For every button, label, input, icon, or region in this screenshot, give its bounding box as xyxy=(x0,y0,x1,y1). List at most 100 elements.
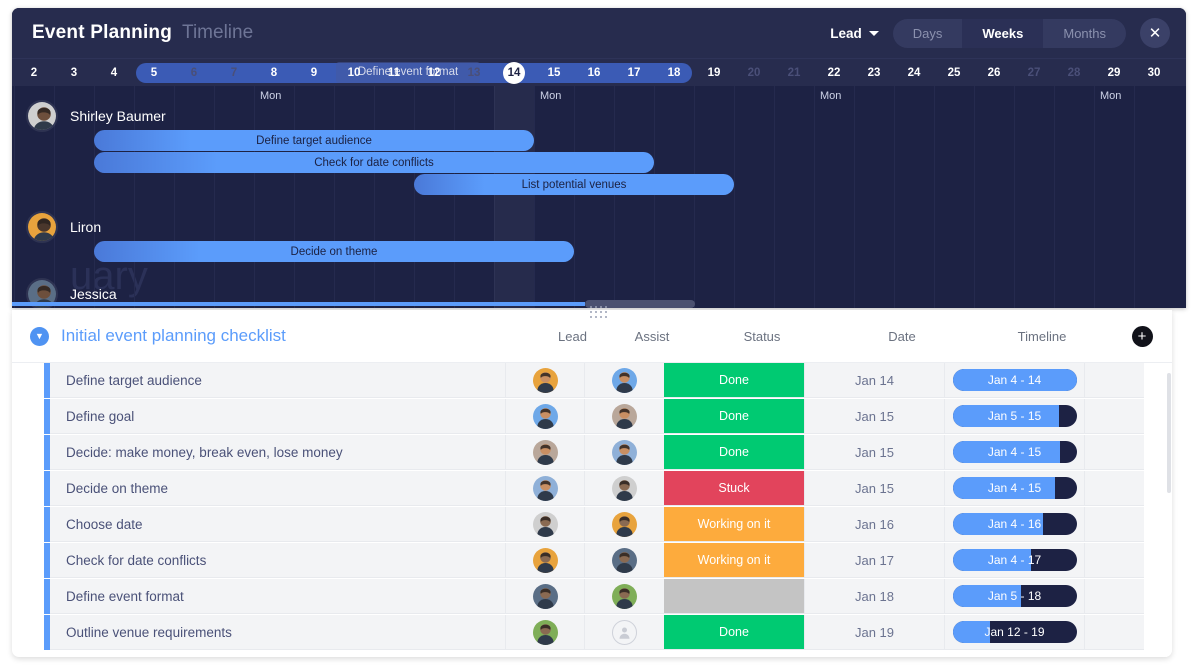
task-date-cell[interactable]: Jan 15 xyxy=(804,399,944,434)
avatar[interactable] xyxy=(532,439,558,465)
ruler-day-11[interactable]: 11 xyxy=(380,59,408,87)
task-name[interactable]: Outline venue requirements xyxy=(50,615,505,650)
task-name[interactable]: Decide on theme xyxy=(50,471,505,506)
collapse-group-icon[interactable]: ▼ xyxy=(30,326,49,346)
task-assist-cell[interactable] xyxy=(584,615,664,650)
task-name[interactable]: Decide: make money, break even, lose mon… xyxy=(50,435,505,470)
ruler-day-8[interactable]: 8 xyxy=(260,59,288,87)
avatar[interactable] xyxy=(532,583,558,609)
avatar[interactable] xyxy=(612,403,637,429)
avatar[interactable] xyxy=(612,583,637,609)
ruler-day-14[interactable]: 14 xyxy=(500,59,528,87)
task-timeline-cell[interactable]: Jan 4 - 15 xyxy=(944,435,1084,470)
timeline-pill[interactable]: Jan 4 - 15 xyxy=(952,441,1077,463)
ruler-day-12[interactable]: 12 xyxy=(420,59,448,87)
task-date-cell[interactable]: Jan 16 xyxy=(804,507,944,542)
task-assist-cell[interactable] xyxy=(584,399,664,434)
ruler-day-19[interactable]: 19 xyxy=(700,59,728,87)
timeline-pill[interactable]: Jan 12 - 19 xyxy=(952,621,1077,643)
ruler-day-5[interactable]: 5 xyxy=(140,59,168,87)
task-name[interactable]: Define event format xyxy=(50,579,505,614)
task-assist-cell[interactable] xyxy=(584,579,664,614)
table-row[interactable]: Define target audience Done Jan 14 Jan 4 - … xyxy=(12,363,1172,399)
avatar[interactable] xyxy=(532,547,558,573)
table-row[interactable]: Decide: make money, break even, lose mon… xyxy=(12,435,1172,471)
lead-filter-dropdown[interactable]: Lead xyxy=(830,26,879,41)
task-lead-cell[interactable] xyxy=(505,579,584,614)
task-date-cell[interactable]: Jan 15 xyxy=(804,471,944,506)
task-timeline-cell[interactable]: Jan 12 - 19 xyxy=(944,615,1084,650)
ruler-day-3[interactable]: 3 xyxy=(60,59,88,87)
ruler-day-13[interactable]: 13 xyxy=(460,59,488,87)
column-header-assist[interactable]: Assist xyxy=(612,329,692,344)
task-assist-cell[interactable] xyxy=(584,363,664,398)
panel-resize-handle[interactable] xyxy=(586,305,612,318)
task-lead-cell[interactable] xyxy=(505,615,584,650)
avatar[interactable] xyxy=(532,475,558,501)
table-row[interactable]: Outline venue requirements Done Jan 19 Jan … xyxy=(12,615,1172,651)
ruler-day-6[interactable]: 6 xyxy=(180,59,208,87)
ruler-day-7[interactable]: 7 xyxy=(220,59,248,87)
avatar[interactable] xyxy=(26,100,58,132)
column-header-lead[interactable]: Lead xyxy=(533,329,612,344)
task-timeline-cell[interactable]: Jan 4 - 14 xyxy=(944,363,1084,398)
ruler-day-20[interactable]: 20 xyxy=(740,59,768,87)
task-status-cell[interactable]: Done xyxy=(664,435,804,470)
task-status-cell[interactable]: Done xyxy=(664,399,804,434)
task-date-cell[interactable]: Jan 18 xyxy=(804,579,944,614)
timeline-pill[interactable]: Jan 5 - 15 xyxy=(952,405,1077,427)
task-date-cell[interactable]: Jan 15 xyxy=(804,435,944,470)
timeline-pill[interactable]: Jan 4 - 15 xyxy=(952,477,1077,499)
ruler-day-29[interactable]: 29 xyxy=(1100,59,1128,87)
column-header-timeline[interactable]: Timeline xyxy=(972,329,1112,344)
task-timeline-cell[interactable]: Jan 4 - 16 xyxy=(944,507,1084,542)
task-timeline-cell[interactable]: Jan 5 - 15 xyxy=(944,399,1084,434)
avatar[interactable] xyxy=(612,475,637,501)
table-row[interactable]: Define goal Done Jan 15 Jan 5 - 15 xyxy=(12,399,1172,435)
add-column-icon[interactable]: + xyxy=(1131,325,1153,347)
ruler-day-4[interactable]: 4 xyxy=(100,59,128,87)
ruler-day-25[interactable]: 25 xyxy=(940,59,968,87)
task-lead-cell[interactable] xyxy=(505,507,584,542)
task-status-cell[interactable]: Done xyxy=(664,615,804,650)
column-header-status[interactable]: Status xyxy=(692,329,832,344)
avatar-placeholder-icon[interactable] xyxy=(612,619,637,645)
ruler-day-24[interactable]: 24 xyxy=(900,59,928,87)
task-lead-cell[interactable] xyxy=(505,543,584,578)
task-status-cell[interactable]: Stuck xyxy=(664,471,804,506)
close-icon[interactable]: ✕ xyxy=(1140,18,1170,48)
gantt-bar[interactable]: Check for date conflicts xyxy=(94,152,654,173)
timeline-pill[interactable]: Jan 5 - 18 xyxy=(952,585,1077,607)
timeline-pill[interactable]: Jan 4 - 14 xyxy=(952,369,1077,391)
ruler-day-16[interactable]: 16 xyxy=(580,59,608,87)
timeline-ruler[interactable]: Define event format 2 3 4 5 6 7 8 9 10 11 12 13 14 15 1… xyxy=(12,58,1186,86)
task-status-cell[interactable]: Done xyxy=(664,363,804,398)
task-assist-cell[interactable] xyxy=(584,435,664,470)
task-status-cell[interactable]: Working on it xyxy=(664,543,804,578)
ruler-day-23[interactable]: 23 xyxy=(860,59,888,87)
table-vertical-scrollbar[interactable] xyxy=(1166,363,1172,657)
ruler-day-27[interactable]: 27 xyxy=(1020,59,1048,87)
avatar[interactable] xyxy=(532,403,558,429)
ruler-day-22[interactable]: 22 xyxy=(820,59,848,87)
task-assist-cell[interactable] xyxy=(584,543,664,578)
table-row[interactable]: Define event format Jan 18 Jan 5 - 18 xyxy=(12,579,1172,615)
group-title[interactable]: Initial event planning checklist xyxy=(61,326,286,346)
avatar[interactable] xyxy=(612,511,637,537)
avatar[interactable] xyxy=(612,367,637,393)
task-name[interactable]: Define goal xyxy=(50,399,505,434)
table-row[interactable]: Choose date Working on it Jan 16 Jan 4 - 16 xyxy=(12,507,1172,543)
task-timeline-cell[interactable]: Jan 5 - 18 xyxy=(944,579,1084,614)
gantt-bar[interactable]: Define target audience xyxy=(94,130,534,151)
avatar[interactable] xyxy=(532,511,558,537)
ruler-day-9[interactable]: 9 xyxy=(300,59,328,87)
ruler-day-18[interactable]: 18 xyxy=(660,59,688,87)
avatar[interactable] xyxy=(612,547,637,573)
ruler-day-28[interactable]: 28 xyxy=(1060,59,1088,87)
avatar[interactable] xyxy=(612,439,637,465)
task-assist-cell[interactable] xyxy=(584,471,664,506)
task-lead-cell[interactable] xyxy=(505,471,584,506)
ruler-day-30[interactable]: 30 xyxy=(1140,59,1168,87)
view-mode-months[interactable]: Months xyxy=(1043,19,1126,48)
avatar[interactable] xyxy=(532,367,558,393)
